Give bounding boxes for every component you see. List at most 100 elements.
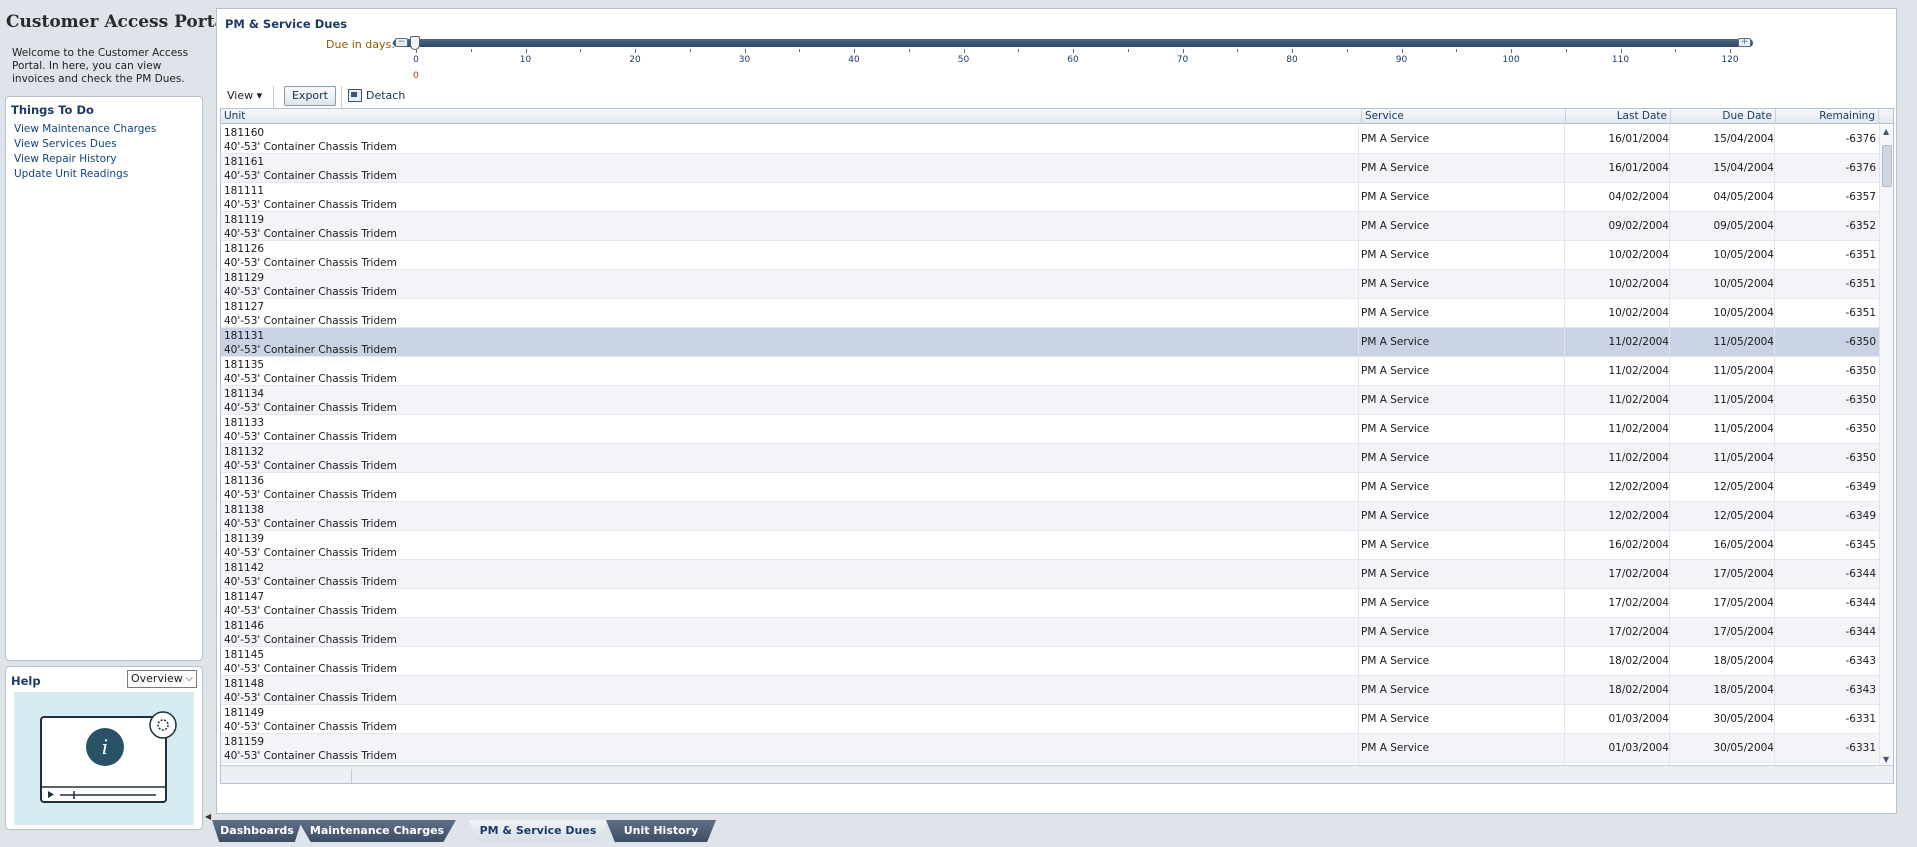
table-vertical-scrollbar[interactable]: ▲ ▼ [1879,125,1893,765]
table-row[interactable]: 181135 40'-53' Container Chassis Tridem PM… [221,357,1879,386]
cell-service: PM A Service [1361,655,1430,667]
scrollbar-thumb[interactable] [1882,145,1892,187]
slider-increase-button[interactable]: + [1738,38,1751,47]
column-header-service[interactable]: Service [1362,109,1566,124]
cell-due-date: 11/05/2004 [1713,423,1774,435]
slider-minor-tick [1456,49,1458,52]
unit-number: 181142 [224,562,265,574]
table-row[interactable]: 181119 40'-53' Container Chassis Tridem PM… [221,212,1879,241]
cell-service: PM A Service [1361,307,1430,319]
cell-remaining: -6352 [1845,220,1876,232]
slider-tick-mark [744,49,746,53]
cell-service: PM A Service [1361,278,1430,290]
scroll-down-icon[interactable]: ▼ [1883,755,1889,764]
column-header-remaining[interactable]: Remaining [1776,109,1879,124]
table-row[interactable]: 181126 40'-53' Container Chassis Tridem PM… [221,241,1879,270]
table-row[interactable]: 181138 40'-53' Container Chassis Tridem PM… [221,502,1879,531]
column-header-unit[interactable]: Unit [221,109,1362,124]
tab-dashboards[interactable]: Dashboards [212,820,302,842]
cell-due-date: 12/05/2004 [1713,481,1774,493]
cell-due-date: 04/05/2004 [1713,191,1774,203]
tab-maintenance-charges[interactable]: Maintenance Charges [298,820,456,842]
cell-unit: 181148 40'-53' Container Chassis Tridem [224,676,1354,705]
help-topic-select[interactable]: Overview ⌵ [127,670,197,688]
cell-unit: 181127 40'-53' Container Chassis Tridem [224,299,1354,328]
cell-due-date: 18/05/2004 [1713,684,1774,696]
table-row[interactable]: 181132 40'-53' Container Chassis Tridem PM… [221,444,1879,473]
cell-unit: 181119 40'-53' Container Chassis Tridem [224,212,1354,241]
column-header-due-date[interactable]: Due Date [1671,109,1776,124]
cell-unit: 181142 40'-53' Container Chassis Tridem [224,560,1354,589]
scroll-up-icon[interactable]: ▲ [1883,127,1889,136]
cell-due-date: 15/04/2004 [1713,133,1774,145]
slider-tick-mark [1730,49,1731,53]
link-view-maintenance-charges[interactable]: View Maintenance Charges [14,122,156,137]
cell-remaining: -6344 [1845,568,1876,580]
table-row[interactable]: 181134 40'-53' Container Chassis Tridem PM… [221,386,1879,415]
unit-description: 40'-53' Container Chassis Tridem [224,663,397,675]
table-row[interactable]: 181142 40'-53' Container Chassis Tridem PM… [221,560,1879,589]
slider-tick-label: 30 [738,55,751,65]
cell-service: PM A Service [1361,568,1430,580]
unit-number: 181161 [224,156,265,168]
cell-due-date: 17/05/2004 [1713,626,1774,638]
slider-thumb[interactable] [410,36,420,50]
cell-service: PM A Service [1361,481,1430,493]
cell-due-date: 15/04/2004 [1713,162,1774,174]
table-row[interactable]: 181160 40'-53' Container Chassis Tridem PM… [221,125,1879,154]
slider-decrease-button[interactable]: − [395,38,408,47]
table-row[interactable]: 181159 40'-53' Container Chassis Tridem PM… [221,734,1879,763]
help-video-illustration[interactable]: i [14,692,194,825]
detach-button[interactable]: Detach [348,87,405,107]
cell-due-date: 09/05/2004 [1713,220,1774,232]
unit-description: 40'-53' Container Chassis Tridem [224,721,397,733]
link-update-unit-readings[interactable]: Update Unit Readings [14,167,156,182]
cell-remaining: -6349 [1845,481,1876,493]
table-row[interactable]: 181111 40'-53' Container Chassis Tridem PM… [221,183,1879,212]
help-title: Help [11,674,41,688]
unit-number: 181131 [224,330,265,342]
slider-tick-mark [1292,49,1293,53]
table-row[interactable]: 181129 40'-53' Container Chassis Tridem PM… [221,270,1879,299]
table-row[interactable]: 181136 40'-53' Container Chassis Tridem PM… [221,473,1879,502]
cell-last-date: 16/01/2004 [1608,133,1669,145]
tab-pm-service-dues[interactable]: PM & Service Dues [468,820,608,842]
cell-unit: 181111 40'-53' Container Chassis Tridem [224,183,1354,212]
cell-remaining: -6351 [1845,249,1876,261]
slider-tick-mark [1073,49,1074,53]
cell-remaining: -6350 [1845,452,1876,464]
table-row[interactable]: 181146 40'-53' Container Chassis Tridem PM… [221,618,1879,647]
svg-text:i: i [102,735,108,759]
column-header-last-date[interactable]: Last Date [1566,109,1671,124]
unit-description: 40'-53' Container Chassis Tridem [224,286,397,298]
table-row[interactable]: 181145 40'-53' Container Chassis Tridem PM… [221,647,1879,676]
cell-due-date: 12/05/2004 [1713,510,1774,522]
export-button[interactable]: Export [284,86,336,106]
due-in-days-slider[interactable] [393,39,1753,47]
cell-due-date: 11/05/2004 [1713,336,1774,348]
table-row[interactable]: 181149 40'-53' Container Chassis Tridem PM… [221,705,1879,734]
unit-number: 181159 [224,736,265,748]
table-row[interactable]: 181131 40'-53' Container Chassis Tridem PM… [221,328,1879,357]
table-row[interactable]: 181127 40'-53' Container Chassis Tridem PM… [221,299,1879,328]
unit-description: 40'-53' Container Chassis Tridem [224,518,397,530]
view-menu[interactable]: View ▾ [227,89,262,102]
unit-number: 181149 [224,707,265,719]
cell-remaining: -6350 [1845,336,1876,348]
column-divider [1358,125,1359,765]
table-row[interactable]: 181148 40'-53' Container Chassis Tridem PM… [221,676,1879,705]
cell-service: PM A Service [1361,539,1430,551]
table-row[interactable]: 181147 40'-53' Container Chassis Tridem PM… [221,589,1879,618]
table-row[interactable]: 181161 40'-53' Container Chassis Tridem PM… [221,154,1879,183]
detach-label: Detach [366,89,406,102]
tab-unit-history[interactable]: Unit History [606,820,716,842]
unit-description: 40'-53' Container Chassis Tridem [224,634,397,646]
table-row[interactable]: 181139 40'-53' Container Chassis Tridem PM… [221,531,1879,560]
table-row[interactable]: 181133 40'-53' Container Chassis Tridem PM… [221,415,1879,444]
link-view-repair-history[interactable]: View Repair History [14,152,156,167]
link-view-services-dues[interactable]: View Services Dues [14,137,156,152]
cell-service: PM A Service [1361,162,1430,174]
toolbar-separator [273,86,274,108]
slider-tick-mark [963,49,965,53]
slider-minor-tick [1018,49,1020,52]
